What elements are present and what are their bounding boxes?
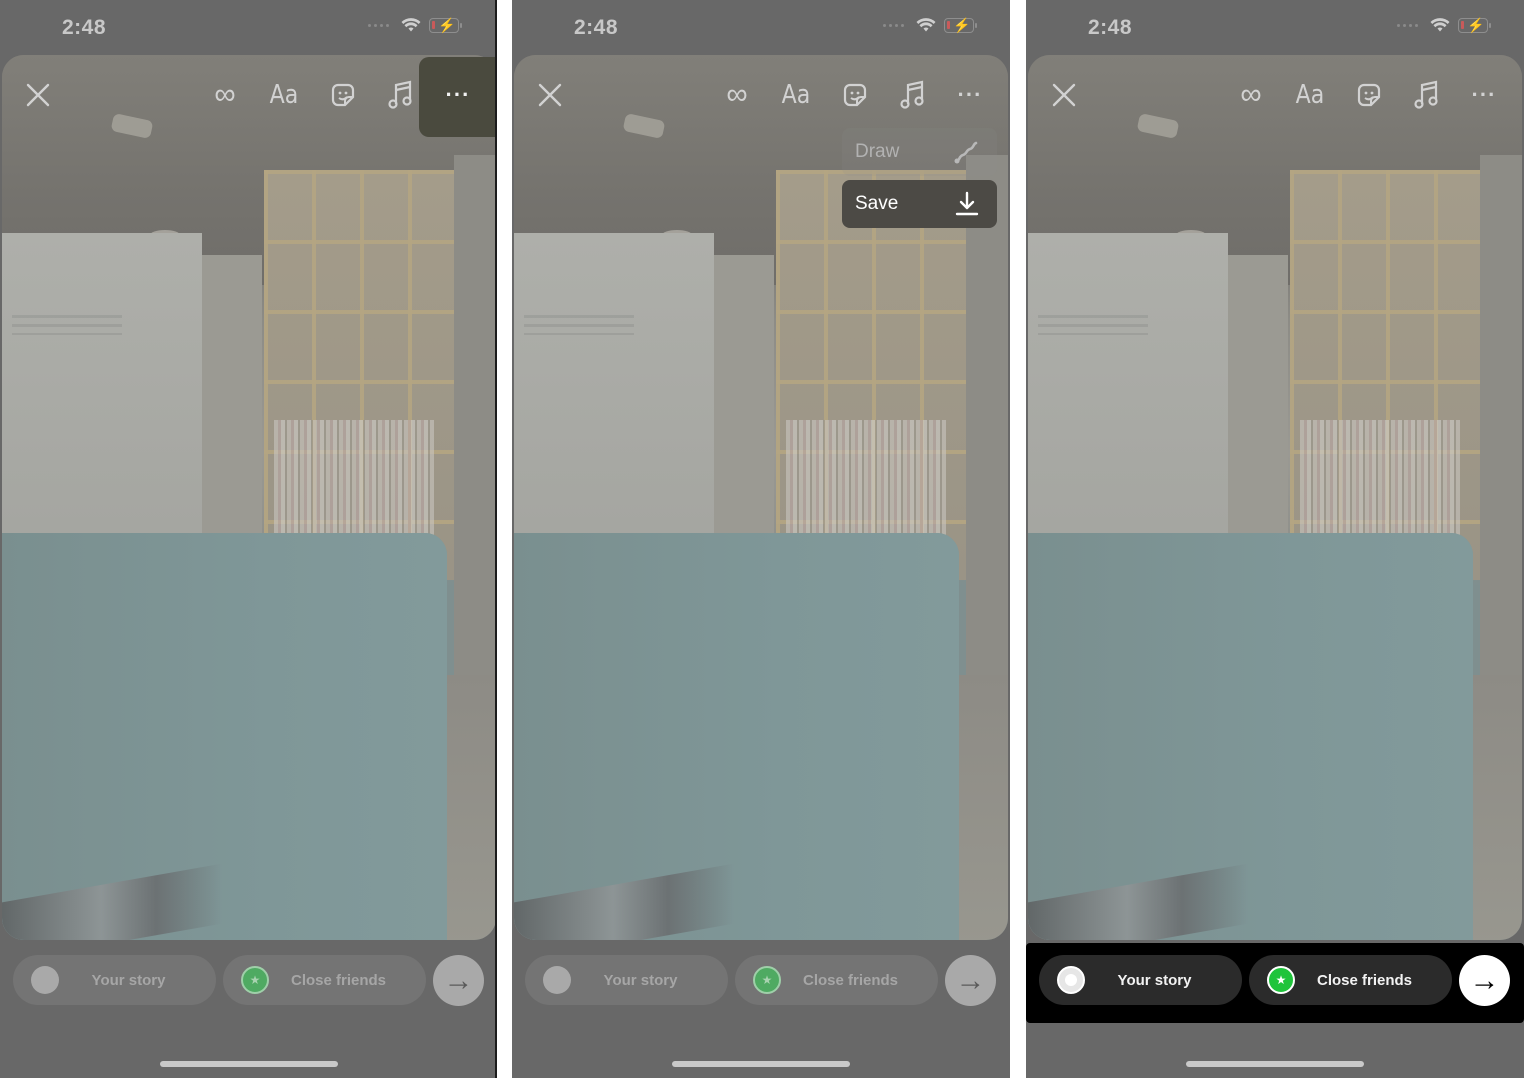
close-icon [538, 83, 562, 107]
home-indicator [1186, 1061, 1364, 1067]
story-toolbar: ∞ Aa ··· [512, 68, 1010, 122]
story-photo [1028, 55, 1522, 940]
your-story-button[interactable]: Your story [13, 955, 216, 1005]
star-icon: ★ [753, 966, 781, 994]
menu-item-save[interactable]: Save [842, 180, 997, 228]
menu-item-label: Save [855, 193, 899, 214]
close-icon [26, 83, 50, 107]
status-icons: ⚡ [1397, 17, 1491, 33]
music-note-icon [388, 80, 412, 109]
music-note-icon [900, 80, 924, 109]
panel-step-1: 2:48 ⚡ ∞ Aa ··· Your story ★ Close frien… [0, 0, 497, 1078]
your-story-label: Your story [1117, 971, 1192, 989]
text-button[interactable]: Aa [1295, 68, 1326, 122]
signal-icon [883, 24, 904, 27]
sticker-button[interactable] [325, 68, 361, 122]
wifi-icon [916, 18, 936, 32]
music-button[interactable] [383, 68, 419, 122]
wifi-icon [1430, 18, 1450, 32]
status-icons: ⚡ [368, 17, 462, 33]
panel-step-3: 2:48 ⚡ ∞ Aa ··· Your story ★ Close frien… [1026, 0, 1524, 1078]
more-options-menu: Draw Save [842, 128, 997, 228]
boomerang-button[interactable]: ∞ [1231, 68, 1271, 122]
close-icon [1052, 83, 1076, 107]
text-button[interactable]: Aa [269, 68, 300, 122]
signal-icon [368, 24, 389, 27]
home-indicator [672, 1061, 850, 1067]
boomerang-button[interactable]: ∞ [717, 68, 757, 122]
next-arrow-button[interactable]: → [433, 955, 484, 1006]
more-options-button[interactable]: ··· [1466, 68, 1502, 122]
avatar [1057, 966, 1085, 994]
infinity-icon: ∞ [726, 78, 748, 111]
close-friends-button[interactable]: ★ Close friends [223, 955, 426, 1005]
sticker-icon [843, 83, 867, 107]
sticker-button[interactable] [837, 68, 873, 122]
story-toolbar: ∞ Aa ··· [1026, 68, 1524, 122]
your-story-label: Your story [91, 971, 166, 989]
sticker-icon [1357, 83, 1381, 107]
close-friends-label: Close friends [290, 971, 387, 989]
draw-squiggle-icon [954, 141, 978, 164]
close-button[interactable] [20, 68, 56, 122]
more-options-button[interactable]: ··· [440, 68, 476, 122]
star-icon: ★ [1267, 966, 1295, 994]
your-story-button[interactable]: Your story [525, 955, 728, 1005]
status-time: 2:48 [574, 16, 619, 39]
avatar [543, 966, 571, 994]
more-options-button[interactable]: ··· [952, 68, 988, 122]
your-story-label: Your story [603, 971, 678, 989]
status-time: 2:48 [62, 16, 107, 39]
close-button[interactable] [1046, 68, 1082, 122]
close-friends-label: Close friends [802, 971, 899, 989]
music-button[interactable] [1409, 68, 1445, 122]
download-icon [955, 191, 979, 216]
home-indicator [160, 1061, 338, 1067]
panel-step-2: 2:48 ⚡ ∞ Aa ··· Draw Save Your story ★ C… [512, 0, 1010, 1078]
avatar [31, 966, 59, 994]
menu-item-draw[interactable]: Draw [842, 128, 997, 176]
close-friends-button[interactable]: ★ Close friends [1249, 955, 1452, 1005]
close-button[interactable] [532, 68, 568, 122]
music-note-icon [1414, 80, 1438, 109]
share-bar: Your story ★ Close friends → [1026, 943, 1524, 1023]
star-icon: ★ [241, 966, 269, 994]
close-friends-label: Close friends [1316, 971, 1413, 989]
next-arrow-button[interactable]: → [945, 955, 996, 1006]
signal-icon [1397, 24, 1418, 27]
battery-icon: ⚡ [944, 17, 977, 33]
share-bar: Your story ★ Close friends → [0, 943, 495, 1023]
share-bar: Your story ★ Close friends → [512, 943, 1010, 1023]
status-icons: ⚡ [883, 17, 977, 33]
sticker-button[interactable] [1351, 68, 1387, 122]
battery-icon: ⚡ [1458, 17, 1491, 33]
text-button[interactable]: Aa [781, 68, 812, 122]
your-story-button[interactable]: Your story [1039, 955, 1242, 1005]
infinity-icon: ∞ [214, 78, 236, 111]
boomerang-button[interactable]: ∞ [205, 68, 245, 122]
story-toolbar: ∞ Aa ··· [0, 68, 495, 122]
menu-item-label: Draw [855, 141, 900, 162]
next-arrow-button[interactable]: → [1459, 955, 1510, 1006]
sticker-icon [331, 83, 355, 107]
wifi-icon [401, 18, 421, 32]
infinity-icon: ∞ [1240, 78, 1262, 111]
music-button[interactable] [895, 68, 931, 122]
status-time: 2:48 [1088, 16, 1133, 39]
close-friends-button[interactable]: ★ Close friends [735, 955, 938, 1005]
battery-icon: ⚡ [429, 17, 462, 33]
story-photo [2, 55, 495, 940]
